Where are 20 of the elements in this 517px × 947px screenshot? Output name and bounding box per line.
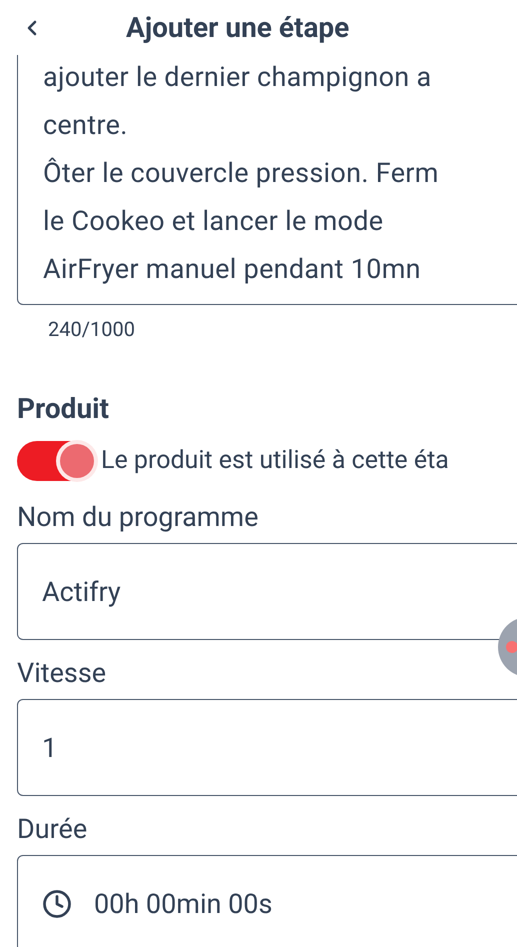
duration-field[interactable]: 00h 00min 00s: [17, 855, 517, 947]
description-text-line: ajouter le dernier champignon a: [43, 60, 432, 95]
page-title: Ajouter une étape: [126, 14, 350, 42]
text-field[interactable]: 1: [17, 699, 517, 796]
description-text-line: AirFryer manuel pendant 10mn: [43, 252, 422, 287]
field-value: 00h 00min 00s: [94, 886, 272, 922]
field-value: Actifry: [42, 574, 121, 610]
clock-icon: [42, 888, 72, 918]
product-toggle[interactable]: [17, 441, 97, 481]
character-counter: 240/1000: [48, 316, 135, 343]
description-text-line: centre.: [43, 108, 129, 143]
field-label: Nom du programme: [17, 500, 258, 535]
description-field[interactable]: ajouter le dernier champignon a centre. Ôter le couvercle pression. Ferm le Cookeo et lancer le mode AirFryer manuel pendant 10mn: [17, 55, 517, 305]
section-title: Produit: [17, 391, 110, 427]
field-label: Vitesse: [17, 656, 106, 691]
toggle-label: Le produit est utilisé à cette éta: [101, 445, 449, 477]
description-text-line: le Cookeo et lancer le mode: [43, 204, 384, 239]
field-value: 1: [42, 730, 58, 766]
field-label: Durée: [17, 812, 88, 847]
description-text-line: Ôter le couvercle pression. Ferm: [43, 156, 440, 191]
